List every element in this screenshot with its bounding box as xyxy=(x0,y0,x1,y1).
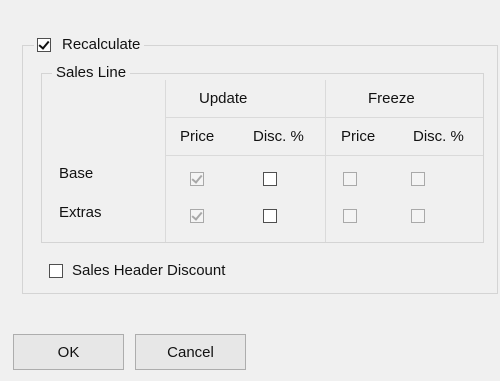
row-label-base: Base xyxy=(59,165,94,182)
freeze-group-header: Freeze xyxy=(368,90,415,107)
recalculate-label: Recalculate xyxy=(62,36,141,53)
cancel-button[interactable]: Cancel xyxy=(135,334,246,370)
base-update-disc-checkbox[interactable] xyxy=(263,172,277,186)
extras-update-price-checkbox[interactable] xyxy=(190,209,204,223)
base-update-price-checkbox[interactable] xyxy=(190,172,204,186)
recalculate-checkbox-row[interactable]: Recalculate xyxy=(34,36,145,54)
extras-update-disc-checkbox[interactable] xyxy=(263,209,277,223)
recalculate-checkbox[interactable] xyxy=(37,38,51,52)
base-freeze-disc-checkbox[interactable] xyxy=(411,172,425,186)
ok-button[interactable]: OK xyxy=(13,334,124,370)
grid-divider-columns xyxy=(166,155,483,156)
extras-freeze-price-checkbox[interactable] xyxy=(343,209,357,223)
column-header-update-disc: Disc. % xyxy=(253,128,304,145)
sales-header-discount-row[interactable]: Sales Header Discount xyxy=(49,262,225,280)
sales-line-title: Sales Line xyxy=(52,64,131,82)
row-label-extras: Extras xyxy=(59,204,102,221)
extras-freeze-disc-checkbox[interactable] xyxy=(411,209,425,223)
grid-divider-header xyxy=(166,117,483,118)
base-freeze-price-checkbox[interactable] xyxy=(343,172,357,186)
grid-divider-left xyxy=(165,80,166,242)
column-header-freeze-disc: Disc. % xyxy=(413,128,464,145)
column-header-freeze-price: Price xyxy=(341,128,376,145)
column-header-update-price: Price xyxy=(180,128,215,145)
update-group-header: Update xyxy=(199,90,248,107)
recalculate-dialog: Recalculate Sales Line Update Freeze Pri… xyxy=(0,0,500,381)
sales-header-discount-label: Sales Header Discount xyxy=(72,262,226,279)
grid-divider-middle xyxy=(325,80,326,242)
sales-header-discount-checkbox[interactable] xyxy=(49,264,63,278)
